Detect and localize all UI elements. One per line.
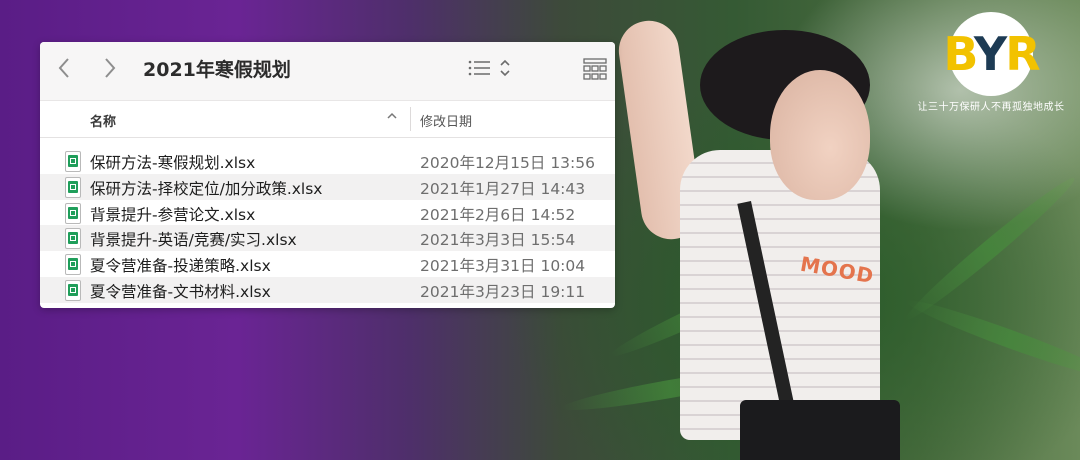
- file-row[interactable]: 保研方法-寒假规划.xlsx 2020年12月15日 13:56: [40, 148, 615, 174]
- chevron-updown-icon: [500, 59, 510, 77]
- person-skirt: [740, 400, 900, 460]
- file-row[interactable]: 保研方法-择校定位/加分政策.xlsx 2021年1月27日 14:43: [40, 173, 615, 200]
- leaf-decoration: [903, 292, 1080, 386]
- spreadsheet-icon: [65, 228, 81, 250]
- file-name: 保研方法-寒假规划.xlsx: [90, 154, 256, 172]
- column-header: 名称 修改日期: [40, 101, 615, 138]
- column-divider[interactable]: [410, 107, 411, 131]
- column-header-date[interactable]: 修改日期: [420, 111, 472, 130]
- file-date: 2021年3月31日 10:04: [420, 257, 586, 276]
- grid-view-icon: [583, 58, 607, 80]
- chevron-right-icon: [105, 58, 116, 78]
- spreadsheet-icon: [65, 151, 81, 172]
- logo-circle: BYR: [943, 12, 1041, 96]
- file-row[interactable]: 夏令营准备-文书材料.xlsx 2021年3月23日 19:11: [40, 276, 615, 303]
- file-date: 2021年2月6日 14:52: [420, 205, 576, 224]
- grid-view-button[interactable]: [582, 57, 608, 85]
- file-row[interactable]: 夏令营准备-投递策略.xlsx 2021年3月31日 10:04: [40, 251, 615, 277]
- spreadsheet-icon: [65, 202, 81, 224]
- file-date: 2020年12月15日 13:56: [420, 154, 595, 172]
- file-date: 2021年1月27日 14:43: [420, 179, 586, 198]
- file-name: 夏令营准备-文书材料.xlsx: [90, 282, 271, 301]
- person-face: [770, 70, 870, 200]
- column-header-name[interactable]: 名称: [90, 111, 116, 130]
- view-options-button[interactable]: [468, 58, 512, 78]
- logo-letter-y: Y: [973, 27, 1007, 81]
- finder-toolbar: 2021年寒假规划: [40, 42, 615, 101]
- file-date: 2021年3月23日 19:11: [420, 282, 586, 301]
- window-title: 2021年寒假规划: [143, 59, 291, 81]
- forward-button[interactable]: [98, 56, 122, 80]
- list-view-icon: [468, 60, 490, 76]
- chevron-left-icon: [58, 58, 69, 78]
- finder-window: 2021年寒假规划 名称 修改日期 保研方法-寒假规划.xlsx 2020年12…: [40, 42, 615, 308]
- file-row[interactable]: 背景提升-英语/竞赛/实习.xlsx 2021年3月3日 15:54: [40, 225, 615, 252]
- logo-letter-r: R: [1005, 27, 1040, 81]
- file-name: 保研方法-择校定位/加分政策.xlsx: [90, 179, 323, 198]
- file-name: 夏令营准备-投递策略.xlsx: [90, 257, 271, 276]
- sort-ascending-icon[interactable]: [386, 110, 398, 125]
- logo-letter-b: B: [943, 27, 976, 81]
- back-button[interactable]: [52, 56, 76, 80]
- file-name: 背景提升-英语/竞赛/实习.xlsx: [90, 231, 297, 250]
- logo-tagline: 让三十万保研人不再孤独地成长: [917, 102, 1065, 113]
- spreadsheet-icon: [65, 279, 81, 301]
- spreadsheet-icon: [65, 254, 81, 276]
- file-list: 保研方法-寒假规划.xlsx 2020年12月15日 13:56 保研方法-择校…: [40, 138, 615, 303]
- file-date: 2021年3月3日 15:54: [420, 231, 576, 250]
- caret-up-icon: [387, 112, 397, 119]
- logo-wordmark: BYR: [929, 26, 1053, 82]
- file-name: 背景提升-参营论文.xlsx: [90, 205, 256, 224]
- file-row[interactable]: 背景提升-参营论文.xlsx 2021年2月6日 14:52: [40, 200, 615, 226]
- byr-logo: BYR 让三十万保研人不再孤独地成长: [916, 12, 1066, 113]
- spreadsheet-icon: [65, 176, 81, 198]
